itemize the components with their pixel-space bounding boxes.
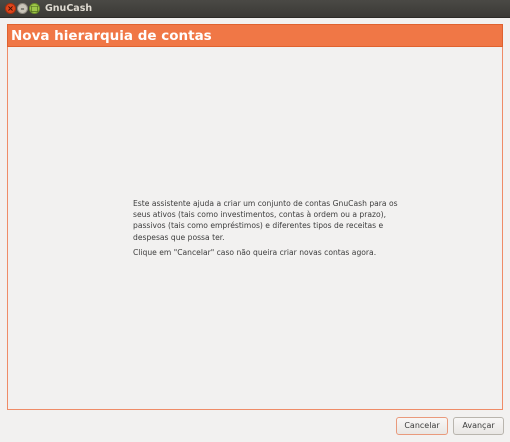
assistant-header: Nova hierarquia de contas xyxy=(7,24,503,47)
gnucash-window: × – □ GnuCash Nova hierarquia de contas … xyxy=(0,0,510,442)
assistant-content: Este assistente ajuda a criar um conjunt… xyxy=(7,47,503,410)
maximize-window-icon[interactable]: □ xyxy=(29,3,40,14)
minimize-window-icon[interactable]: – xyxy=(17,3,28,14)
cancel-button[interactable]: Cancelar xyxy=(396,417,448,435)
window-title: GnuCash xyxy=(45,3,93,14)
close-window-icon[interactable]: × xyxy=(5,3,16,14)
intro-text: Este assistente ajuda a criar um conjunt… xyxy=(133,199,398,242)
next-button[interactable]: Avançar xyxy=(453,417,504,435)
page-title: Nova hierarquia de contas xyxy=(11,28,212,44)
title-bar[interactable]: × – □ GnuCash xyxy=(0,0,510,18)
cancel-hint-text: Clique em "Cancelar" caso não queira cri… xyxy=(133,248,377,257)
